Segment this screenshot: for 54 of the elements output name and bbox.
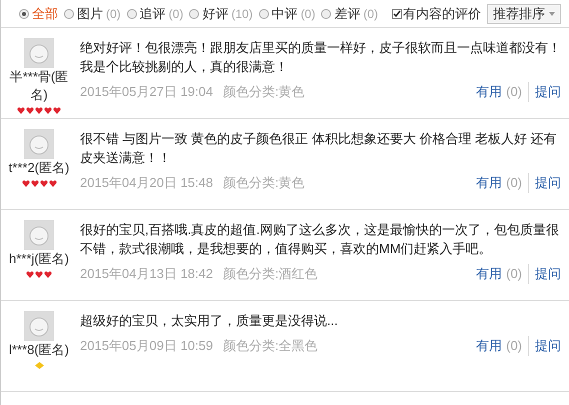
filter-count: (10) (231, 6, 253, 22)
sku-info: 颜色分类:酒红色 (222, 265, 318, 283)
review-date: 2015年04月13日 18:42 (80, 265, 213, 283)
filter-label[interactable]: 图片 (77, 4, 103, 24)
review-text: 很好的宝贝,百搭哦.真皮的超值.网购了这么多次，这是最愉快的一次了，包包质量很不错，款式很潮哦，是我想要的，值得购买，喜欢的MM们赶紧入手吧。 (80, 221, 560, 258)
sku-info: 颜色分类:黄色 (222, 174, 305, 192)
ask-link[interactable]: 提问 (535, 173, 561, 192)
sku-info: 颜色分类:黄色 (222, 83, 305, 101)
radio-button[interactable] (64, 8, 74, 18)
useful-count: (0) (506, 336, 529, 356)
useful-link[interactable]: 有用 (476, 173, 502, 192)
user-name: 半***骨(匿名) (8, 68, 70, 104)
ask-link[interactable]: 提问 (535, 336, 561, 356)
radio-button[interactable] (189, 8, 200, 18)
useful-count: (0) (506, 82, 529, 102)
ask-link[interactable]: 提问 (535, 264, 561, 284)
filter-count: (0) (168, 6, 184, 22)
radio-button[interactable] (126, 8, 137, 18)
radio-button[interactable] (19, 8, 29, 18)
checkbox-label: 有内容的评价 (403, 4, 481, 23)
ask-link[interactable]: 提问 (535, 82, 561, 102)
review-text: 超级好的宝贝，太实用了，质量更是没得说... (80, 312, 339, 330)
filter-count: (0) (300, 6, 316, 22)
filter-label[interactable]: 中评 (272, 4, 298, 24)
user-name: l***8(匿名) (8, 341, 70, 359)
avatar-icon (24, 129, 54, 159)
filter-label[interactable]: 差评 (334, 4, 360, 24)
user-name: t***2(匿名) (8, 159, 70, 177)
useful-link[interactable]: 有用 (476, 264, 502, 284)
radio-button[interactable] (321, 8, 332, 18)
review-date: 2015年05月09日 10:59 (80, 337, 213, 355)
useful-count: (0) (506, 173, 529, 192)
caret-icon (549, 12, 555, 16)
review-date: 2015年05月27日 19:04 (80, 83, 213, 101)
sku-info: 颜色分类:全黑色 (222, 337, 318, 355)
useful-link[interactable]: 有用 (476, 82, 502, 102)
user-name: h***j(匿名) (8, 250, 70, 268)
filter-label[interactable]: 追评 (140, 4, 166, 24)
avatar-icon (24, 220, 54, 250)
filter-label[interactable]: 好评 (202, 4, 228, 24)
review-text: 绝对好评！包很漂亮！跟朋友店里买的质量一样好，皮子很软而且一点味道都没有！我是个比较挑剔的人，真的很满意！ (80, 39, 561, 76)
avatar-icon (24, 38, 54, 68)
useful-link[interactable]: 有用 (476, 336, 502, 356)
filter-count: (0) (363, 6, 378, 22)
radio-button[interactable] (258, 8, 269, 18)
avatar-icon (24, 311, 54, 341)
checkbox[interactable] (392, 8, 402, 18)
sort-dropdown[interactable]: 推荐排序 (487, 4, 561, 24)
useful-count: (0) (506, 264, 529, 284)
review-date: 2015年04月20日 15:48 (80, 174, 213, 192)
diamond-icon (34, 362, 44, 369)
filter-label[interactable]: 全部 (32, 4, 58, 24)
filter-count: (0) (106, 6, 121, 22)
review-text: 很不错 与图片一致 黄色的皮子颜色很正 体积比想象还要大 价格合理 老板人好 还有皮夹送满意！！ (80, 130, 558, 167)
